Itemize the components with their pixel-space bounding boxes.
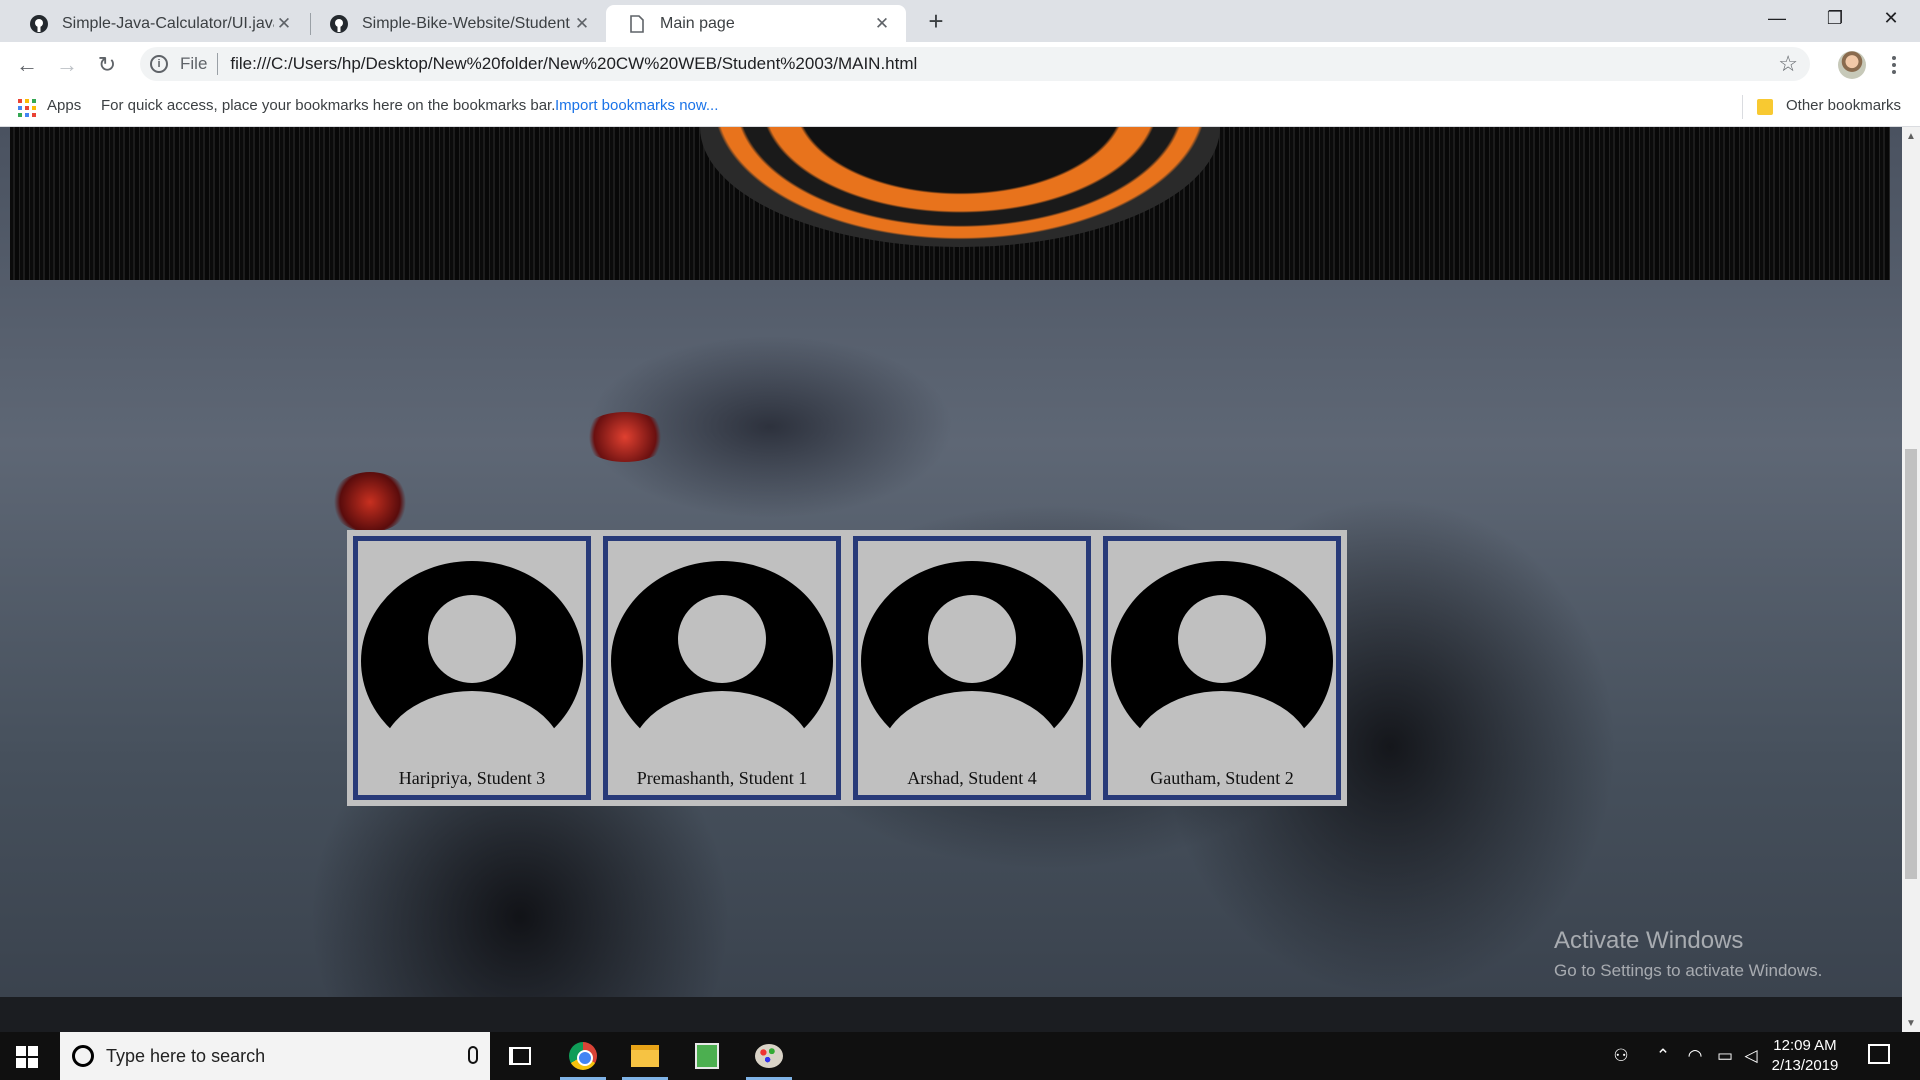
tab-strip: Simple-Java-Calculator/UI.java at ✕ Simp… [0,0,1920,42]
scroll-thumb[interactable] [1905,449,1917,879]
info-icon[interactable]: i [150,55,168,73]
taskbar-search[interactable] [60,1032,490,1080]
windows-start-icon[interactable] [16,1046,38,1068]
file-explorer-icon [631,1045,659,1067]
bike-indicator-light [330,472,410,532]
url-text[interactable]: file:///C:/Users/hp/Desktop/New%20folder… [230,54,917,74]
user-avatar-icon [361,561,583,751]
search-input[interactable] [106,1045,426,1067]
clock-date: 2/13/2019 [1771,1057,1839,1074]
scroll-down-arrow-icon[interactable]: ▼ [1906,1018,1916,1029]
apps-shortcut[interactable]: Apps [47,97,81,114]
battery-icon[interactable]: ▭ [1710,1032,1740,1080]
watermark-subtitle: Go to Settings to activate Windows. [1554,961,1823,980]
tab-bike-website[interactable]: Simple-Bike-Website/Student 01 ✕ [308,5,606,42]
tab-title: Simple-Bike-Website/Student 01 [362,14,572,32]
system-clock[interactable]: 12:09 AM 2/13/2019 [1760,1036,1850,1076]
browser-toolbar: ← → ↻ i File file:///C:/Users/hp/Desktop… [0,42,1920,87]
student-name: Gautham, Student 2 [1150,768,1294,788]
restore-button[interactable]: ❐ [1806,0,1864,36]
task-view-button[interactable] [491,1032,549,1080]
user-avatar-icon [611,561,833,751]
image-editor-icon [695,1043,719,1069]
student-name: Premashanth, Student 1 [636,768,808,788]
page-scrollbar[interactable]: ▲ ▼ [1902,127,1920,1032]
people-icon[interactable]: ⚇ [1604,1032,1638,1080]
student-card[interactable]: Gautham, Student 2 [1103,536,1341,800]
user-avatar-icon [1111,561,1333,751]
forward-arrow-icon[interactable]: → [52,50,82,80]
clock-time: 12:09 AM [1773,1037,1837,1054]
github-icon [28,13,50,35]
paint-button[interactable] [740,1032,798,1080]
footer-strip [0,997,1902,1032]
apps-grid-icon[interactable] [18,99,36,117]
bike-tail-light [580,412,670,462]
back-arrow-icon[interactable]: ← [12,50,42,80]
github-icon [328,13,350,35]
new-tab-button[interactable]: + [922,8,950,36]
wifi-icon[interactable]: ◠ [1680,1032,1710,1080]
student-card[interactable]: Arshad, Student 4 [853,536,1091,800]
show-hidden-icons-chevron-icon[interactable]: ⌃ [1648,1032,1678,1080]
tab-main-page[interactable]: Main page ✕ [606,5,906,42]
tab-title: Simple-Java-Calculator/UI.java at [62,14,274,32]
import-bookmarks-link[interactable]: Import bookmarks now... [555,97,718,114]
activate-windows-watermark: Activate Windows Go to Settings to activ… [1554,927,1822,981]
tab-title: Main page [660,14,735,32]
windows-taskbar: ⚇ ⌃ ◠ ▭ ◁ 12:09 AM 2/13/2019 [0,1032,1920,1080]
action-center-icon[interactable] [1868,1044,1890,1064]
address-bar[interactable]: i File file:///C:/Users/hp/Desktop/New%2… [140,47,1810,81]
minimize-button[interactable]: — [1748,0,1806,36]
task-view-icon [509,1047,531,1065]
profile-avatar[interactable] [1838,51,1866,79]
student-card[interactable]: Premashanth, Student 1 [603,536,841,800]
bookmarks-hint: For quick access, place your bookmarks h… [101,97,556,114]
image-editor-button[interactable] [678,1032,736,1080]
close-tab-icon[interactable]: ✕ [872,14,892,34]
microphone-icon[interactable] [468,1046,478,1064]
folder-icon [1757,99,1773,115]
file-explorer-button[interactable] [616,1032,674,1080]
tab-java-calculator[interactable]: Simple-Java-Calculator/UI.java at ✕ [8,5,308,42]
student-name: Haripriya, Student 3 [398,768,546,788]
user-avatar-icon [861,561,1083,751]
close-window-button[interactable]: ✕ [1862,0,1920,36]
harley-logo [700,127,1220,247]
watermark-title: Activate Windows [1554,927,1744,954]
student-name: Arshad, Student 4 [907,768,1037,788]
header-banner [10,127,1890,280]
paint-icon [755,1044,783,1068]
chrome-icon [569,1042,597,1070]
other-bookmarks[interactable]: Other bookmarks [1786,97,1901,114]
bookmarks-divider [1742,95,1743,119]
chrome-taskbar-button[interactable] [554,1032,612,1080]
scroll-up-arrow-icon[interactable]: ▲ [1906,131,1916,142]
bookmark-star-icon[interactable]: ☆ [1778,51,1798,77]
kebab-menu-icon[interactable] [1880,51,1908,79]
close-tab-icon[interactable]: ✕ [572,14,592,34]
cortana-icon [72,1045,94,1067]
address-divider [217,53,219,75]
close-tab-icon[interactable]: ✕ [274,14,294,34]
reload-icon[interactable]: ↻ [92,50,122,80]
bookmarks-bar: Apps For quick access, place your bookma… [0,87,1920,127]
student-card[interactable]: Haripriya, Student 3 [353,536,591,800]
page-viewport: Haripriya, Student 3 Premashanth, Studen… [0,127,1902,1032]
student-panel: Haripriya, Student 3 Premashanth, Studen… [347,530,1347,806]
page-icon [626,13,648,35]
scheme-label: File [180,54,208,73]
